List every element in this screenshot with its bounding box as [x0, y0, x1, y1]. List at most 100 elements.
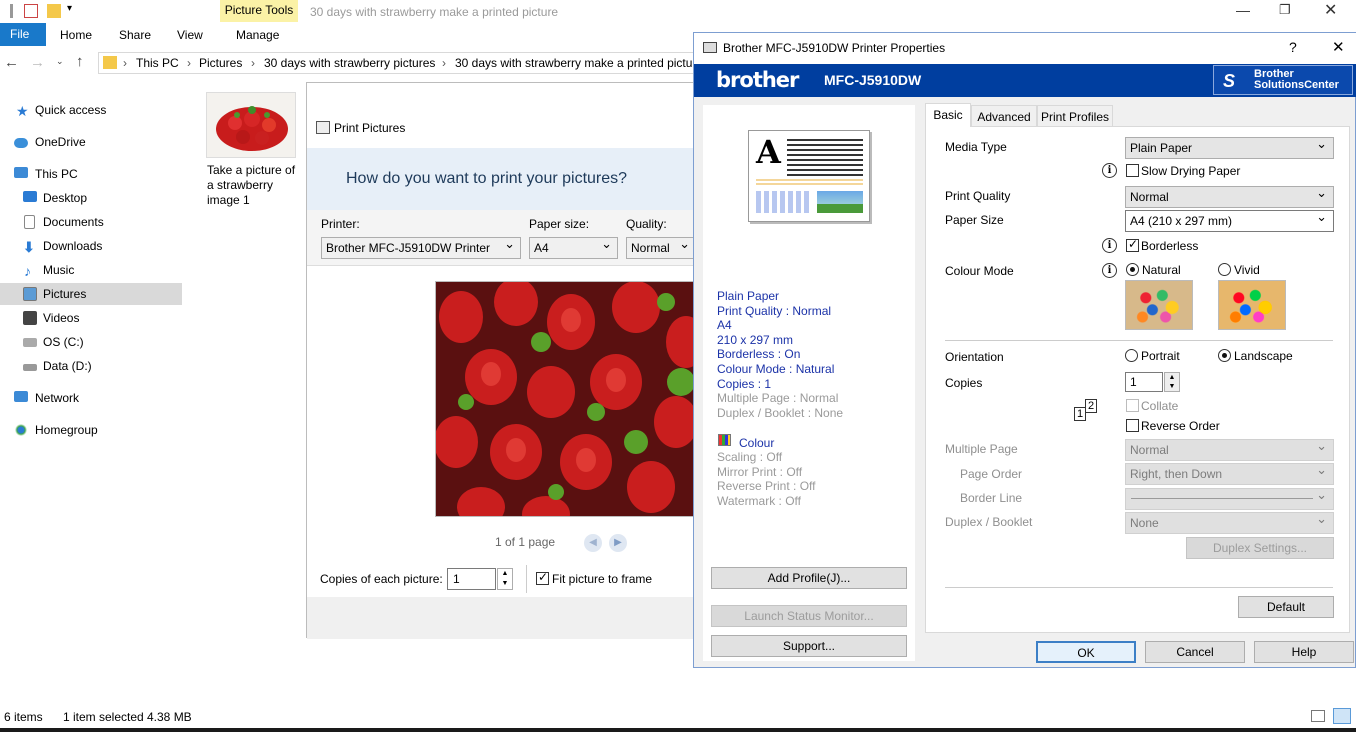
new-folder-icon[interactable]	[47, 4, 61, 18]
summary-copies: Copies : 1	[717, 376, 772, 391]
add-profile-button[interactable]: Add Profile(J)...	[711, 567, 907, 589]
copies-label: Copies of each picture:	[320, 572, 443, 586]
duplex-select[interactable]: None	[1125, 509, 1334, 534]
multiple-page-select[interactable]: Normal	[1125, 436, 1334, 461]
taskbar-edge	[0, 728, 1356, 732]
vivid-radio[interactable]	[1218, 263, 1231, 276]
folder-icon	[103, 56, 117, 69]
summary-paper: A4	[717, 318, 732, 333]
cloud-icon	[14, 138, 28, 148]
info-icon[interactable]: i	[1102, 163, 1117, 178]
sidebar-item-pictures[interactable]: Pictures	[0, 283, 182, 305]
up-icon[interactable]: ↑	[76, 53, 92, 70]
paper-size-select[interactable]: A4	[529, 234, 618, 259]
slow-drying-checkbox[interactable]	[1126, 164, 1139, 177]
copies-input[interactable]: 1	[1125, 372, 1163, 392]
prev-page-icon[interactable]: ◀	[584, 534, 602, 552]
sidebar-item-quick-access[interactable]: ★ Quick access	[0, 99, 182, 121]
copies-spinner[interactable]: ▲ ▼	[497, 568, 513, 590]
sidebar-item-videos[interactable]: Videos	[0, 307, 182, 329]
solutions-center-icon: S	[1223, 71, 1236, 91]
file-caption[interactable]: Take a picture of a strawberry image 1	[207, 163, 299, 208]
sidebar-item-network[interactable]: Network	[0, 387, 182, 409]
cancel-button[interactable]: Cancel	[1145, 641, 1245, 663]
info-icon[interactable]: i	[1102, 263, 1117, 278]
tab-manage[interactable]: Manage	[236, 28, 279, 46]
tab-basic[interactable]: Basic	[925, 103, 971, 127]
tab-view[interactable]: View	[177, 28, 203, 46]
copies-spinner[interactable]: ▲ ▼	[1164, 372, 1180, 392]
large-icons-view-icon[interactable]	[1333, 708, 1351, 724]
minimize-icon[interactable]: —	[1236, 2, 1250, 18]
breadcrumb-pictures[interactable]: Pictures	[199, 56, 242, 70]
tab-home[interactable]: Home	[60, 28, 92, 46]
info-icon[interactable]: i	[1102, 238, 1117, 253]
media-type-select[interactable]: Plain Paper	[1125, 134, 1334, 159]
breadcrumb-separator-icon: ›	[251, 56, 255, 70]
portrait-radio[interactable]	[1125, 349, 1138, 362]
summary-duplex: Duplex / Booklet : None	[717, 405, 844, 420]
support-button[interactable]: Support...	[711, 635, 907, 657]
reverse-order-checkbox[interactable]	[1126, 419, 1139, 432]
close-icon[interactable]: ✕	[1332, 38, 1345, 56]
properties-icon[interactable]	[24, 4, 38, 18]
help-button[interactable]: Help	[1254, 641, 1354, 663]
sidebar-item-music[interactable]: ♪ Music	[0, 259, 182, 281]
natural-radio[interactable]	[1126, 263, 1139, 276]
back-icon[interactable]: ←	[4, 54, 20, 71]
window-title: 30 days with strawberry make a printed p…	[310, 5, 559, 19]
paper-size-label: Paper size:	[529, 217, 590, 231]
border-line-select[interactable]	[1125, 485, 1334, 510]
solutions-center-button[interactable]: S Brother SolutionsCenter	[1213, 65, 1353, 95]
forward-icon[interactable]: →	[30, 54, 46, 71]
tab-file[interactable]: File	[0, 23, 46, 46]
ok-button[interactable]: OK	[1036, 641, 1136, 663]
line-sample	[1131, 498, 1313, 499]
sidebar-item-data-d[interactable]: Data (D:)	[0, 355, 182, 377]
fit-to-frame-checkbox[interactable]	[536, 570, 549, 585]
breadcrumb-current[interactable]: 30 days with strawberry make a printed p…	[455, 56, 697, 70]
recent-dropdown-icon[interactable]: ⌄	[56, 56, 66, 67]
sidebar-item-downloads[interactable]: ⬇ Downloads	[0, 235, 182, 257]
landscape-radio[interactable]	[1218, 349, 1231, 362]
duplex-settings-button[interactable]: Duplex Settings...	[1186, 537, 1334, 559]
next-page-icon[interactable]: ▶	[609, 534, 627, 552]
paper-size-select[interactable]: A4 (210 x 297 mm)	[1125, 207, 1334, 232]
paper-size-label: Paper Size	[945, 213, 1004, 227]
tab-advanced[interactable]: Advanced	[971, 105, 1037, 127]
brother-banner: brother MFC-J5910DW S Brother SolutionsC…	[694, 64, 1356, 97]
tab-print-profiles[interactable]: Print Profiles	[1037, 105, 1113, 127]
tab-share[interactable]: Share	[119, 28, 151, 46]
close-icon[interactable]: ✕	[1324, 0, 1337, 20]
sidebar-item-onedrive[interactable]: OneDrive	[0, 131, 182, 153]
file-thumbnail[interactable]	[206, 92, 296, 158]
launch-status-monitor-button[interactable]: Launch Status Monitor...	[711, 605, 907, 627]
sidebar-item-os-c[interactable]: OS (C:)	[0, 331, 182, 353]
details-view-icon[interactable]	[1311, 710, 1325, 722]
dialog-title: Print Pictures	[334, 121, 406, 135]
page-order-select[interactable]: Right, then Down	[1125, 460, 1334, 485]
default-button[interactable]: Default	[1238, 596, 1334, 618]
borderless-checkbox[interactable]	[1126, 237, 1139, 252]
collate-page-2-icon: 2	[1085, 399, 1097, 413]
print-quality-select[interactable]: Normal	[1125, 183, 1334, 208]
sidebar-item-documents[interactable]: Documents	[0, 211, 182, 233]
restore-icon[interactable]: ❐	[1279, 2, 1291, 18]
copies-input[interactable]: 1	[447, 568, 496, 590]
summary-mirror: Mirror Print : Off	[717, 464, 803, 479]
star-icon: ★	[16, 103, 29, 119]
computer-icon	[14, 167, 28, 178]
collate-checkbox[interactable]	[1126, 399, 1139, 412]
address-bar[interactable]: › This PC › Pictures › 30 days with stra…	[98, 52, 698, 74]
quality-select[interactable]: Normal	[626, 234, 696, 259]
sidebar-item-homegroup[interactable]: Homegroup	[0, 419, 182, 441]
help-icon[interactable]: ?	[1289, 39, 1297, 55]
sidebar-item-label: Documents	[43, 215, 104, 229]
printer-select[interactable]: Brother MFC-J5910DW Printer	[321, 234, 521, 259]
breadcrumb-folder[interactable]: 30 days with strawberry pictures	[264, 56, 435, 70]
qat-dropdown-icon[interactable]: ▾	[67, 3, 72, 14]
breadcrumb-this-pc[interactable]: This PC	[136, 56, 179, 70]
sidebar-item-desktop[interactable]: Desktop	[0, 187, 182, 209]
status-size: 4.38 MB	[147, 710, 192, 724]
sidebar-item-this-pc[interactable]: This PC	[0, 163, 182, 185]
